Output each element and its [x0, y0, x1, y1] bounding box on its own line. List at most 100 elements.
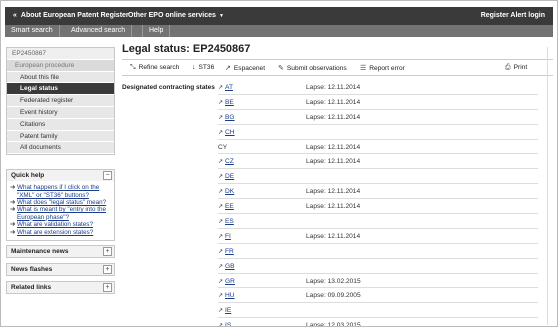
- refine-search-button[interactable]: ⤡ Refine search: [130, 64, 179, 72]
- refine-search-icon: ⤡: [130, 64, 136, 71]
- state-row: ↗ GR Lapse: 13.02.2015: [218, 274, 538, 289]
- sidebar-item-legal-status[interactable]: Legal status: [7, 83, 114, 96]
- state-code[interactable]: ↗ AT: [218, 84, 233, 91]
- state-code[interactable]: ↗ DK: [218, 188, 234, 195]
- state-lapse-date: Lapse: 12.11.2014: [306, 188, 361, 196]
- related-links-header[interactable]: Related links +: [7, 282, 114, 294]
- report-error-button[interactable]: ☰ Report error: [360, 64, 405, 72]
- double-chevron-left-icon: «: [13, 12, 17, 19]
- quick-help-question-text: What does "legal status" mean?: [17, 198, 107, 206]
- state-code-text: AT: [225, 84, 233, 91]
- quick-help-question[interactable]: ➔ What does "legal status" mean?: [10, 199, 111, 206]
- state-row: ↗ CH: [218, 125, 538, 140]
- state-row: ↗ GB: [218, 259, 538, 274]
- quick-help-header[interactable]: Quick help −: [7, 170, 114, 182]
- quick-help-question[interactable]: ➔ What are validation states?: [10, 221, 111, 228]
- state-row: ↗ BG Lapse: 12.11.2014: [218, 110, 538, 125]
- expand-icon[interactable]: +: [103, 283, 112, 293]
- smart-search-button[interactable]: Smart search: [5, 25, 60, 37]
- external-link-icon: ↗: [218, 85, 224, 91]
- sidebar: EP2450867 European procedure About this …: [6, 47, 115, 295]
- state-code[interactable]: ↗ CH: [218, 129, 235, 136]
- sidebar-item-all-documents[interactable]: All documents: [7, 142, 114, 155]
- other-services-menu[interactable]: Other EPO online services ▼: [128, 12, 224, 19]
- quick-help-question[interactable]: ➔ What is meant by "entry into the Europe…: [10, 206, 111, 221]
- state-code-text: IE: [225, 307, 232, 315]
- register-alert-login-link[interactable]: Register Alert login: [481, 12, 545, 19]
- state-code[interactable]: ↗ GR: [218, 278, 235, 285]
- state-code[interactable]: ↗ DE: [218, 173, 234, 180]
- maintenance-news-panel: Maintenance news +: [6, 245, 115, 259]
- state-code[interactable]: ↗ IS: [218, 322, 231, 327]
- state-code[interactable]: ↗ GB: [218, 263, 235, 270]
- sidebar-item-event-history[interactable]: Event history: [7, 106, 114, 119]
- maintenance-news-title: Maintenance news: [11, 248, 69, 256]
- st36-label: ST36: [198, 64, 215, 71]
- download-arrow-icon: ↓: [192, 64, 196, 71]
- quick-help-title: Quick help: [11, 172, 45, 180]
- state-row: ↗ AT Lapse: 12.11.2014: [218, 80, 538, 95]
- maintenance-news-header[interactable]: Maintenance news +: [7, 246, 114, 258]
- help-button[interactable]: Help: [143, 25, 171, 37]
- refine-search-label: Refine search: [138, 64, 180, 71]
- collapse-icon[interactable]: −: [103, 171, 112, 181]
- sidebar-item-federated-register[interactable]: Federated register: [7, 95, 114, 107]
- state-code[interactable]: ↗ BE: [218, 99, 234, 106]
- submit-observations-label: Submit observations: [286, 65, 347, 72]
- sidebar-group-european-procedure[interactable]: European procedure: [7, 59, 114, 72]
- state-lapse-date: Lapse: 12.11.2014: [306, 98, 361, 106]
- sidebar-item-about-this-file[interactable]: About this file: [7, 71, 114, 84]
- advanced-search-button[interactable]: Advanced search: [65, 25, 133, 37]
- sidebar-item-citations[interactable]: Citations: [7, 118, 114, 131]
- state-code-text: BG: [225, 113, 235, 121]
- report-icon: ☰: [360, 65, 367, 72]
- state-lapse-date: Lapse: 12.11.2014: [306, 203, 361, 211]
- state-code-text: BE: [225, 98, 234, 106]
- state-lapse-date: Lapse: 09.09.2005: [306, 292, 361, 300]
- state-code[interactable]: ↗ CZ: [218, 158, 234, 165]
- quick-help-list: ➔ What happens if I click on the "XML" or…: [7, 181, 114, 240]
- state-code[interactable]: ↗ FR: [218, 248, 234, 255]
- state-code[interactable]: ↗ FI: [218, 233, 231, 240]
- quick-help-question[interactable]: ➔ What are extension states?: [10, 229, 111, 236]
- external-link-icon: ↗: [218, 263, 224, 270]
- quick-help-panel: Quick help − ➔ What happens if I click on…: [6, 169, 115, 242]
- state-row: ↗ IE: [218, 303, 538, 319]
- external-link-icon: ↗: [225, 65, 231, 72]
- external-link-icon: ↗: [218, 174, 224, 181]
- scrollbar[interactable]: [547, 47, 553, 325]
- state-code[interactable]: ↗ IE: [218, 307, 231, 314]
- state-row: ↗ CZ Lapse: 12.11.2014: [218, 154, 538, 170]
- state-code[interactable]: ↗ ES: [218, 218, 234, 225]
- designated-states-label: Designated contracting states: [122, 84, 215, 91]
- external-link-icon: ↗: [218, 114, 224, 121]
- external-link-icon: ↗: [218, 323, 224, 327]
- home-link[interactable]: «About European Patent Register: [13, 12, 129, 19]
- expand-icon[interactable]: +: [103, 247, 112, 257]
- state-code[interactable]: ↗ HU: [218, 292, 235, 299]
- external-link-icon: ↗: [218, 233, 224, 240]
- expand-icon[interactable]: +: [103, 265, 112, 275]
- state-lapse-date: Lapse: 12.03.2015: [306, 322, 361, 327]
- state-row: ↗ DE: [218, 169, 538, 185]
- submit-observations-button[interactable]: ✎ Submit observations: [278, 64, 347, 72]
- state-code-text: CY: [218, 143, 228, 151]
- state-lapse-date: Lapse: 12.11.2014: [306, 143, 361, 151]
- quick-help-question[interactable]: ➔ What happens if I click on the "XML" or…: [10, 184, 111, 199]
- news-flashes-title: News flashes: [11, 266, 53, 274]
- related-links-panel: Related links +: [6, 281, 115, 295]
- arrow-right-icon: ➔: [10, 221, 16, 229]
- quick-help-question-text: What is meant by "entry into the Europea…: [17, 206, 107, 221]
- espacenet-link[interactable]: ↗ Espacenet: [225, 64, 265, 72]
- print-button[interactable]: ⎙ Print: [505, 64, 527, 72]
- state-lapse-date: Lapse: 12.11.2014: [306, 113, 361, 121]
- st36-button[interactable]: ↓ ST36: [192, 64, 214, 71]
- news-flashes-header[interactable]: News flashes +: [7, 264, 114, 276]
- sidebar-item-patent-family[interactable]: Patent family: [7, 130, 114, 143]
- state-row: ↗ FR: [218, 244, 538, 259]
- state-code-text: EE: [225, 203, 234, 211]
- external-link-icon: ↗: [218, 99, 224, 106]
- quick-help-question-text: What are extension states?: [17, 228, 94, 236]
- state-code[interactable]: ↗ BG: [218, 114, 235, 121]
- state-code[interactable]: ↗ EE: [218, 203, 234, 210]
